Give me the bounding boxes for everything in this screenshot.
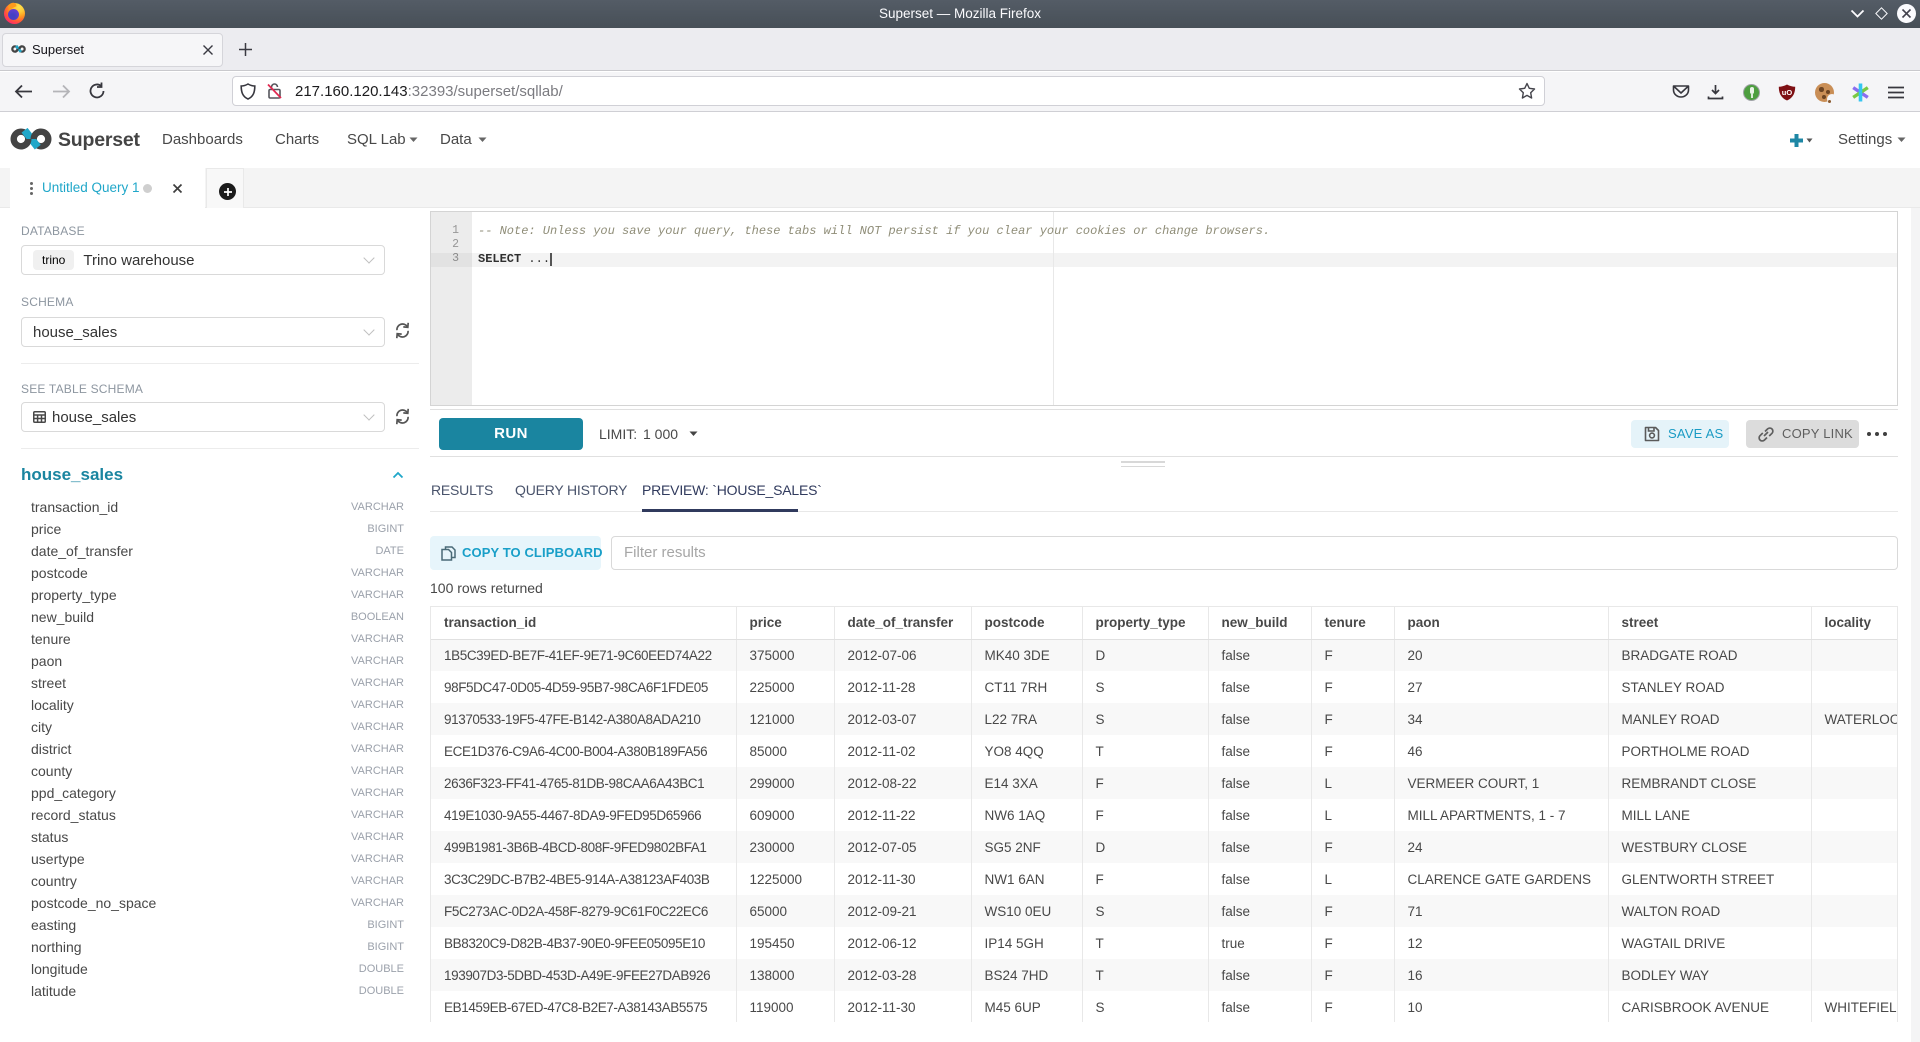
svg-text:uO: uO bbox=[1782, 88, 1793, 97]
